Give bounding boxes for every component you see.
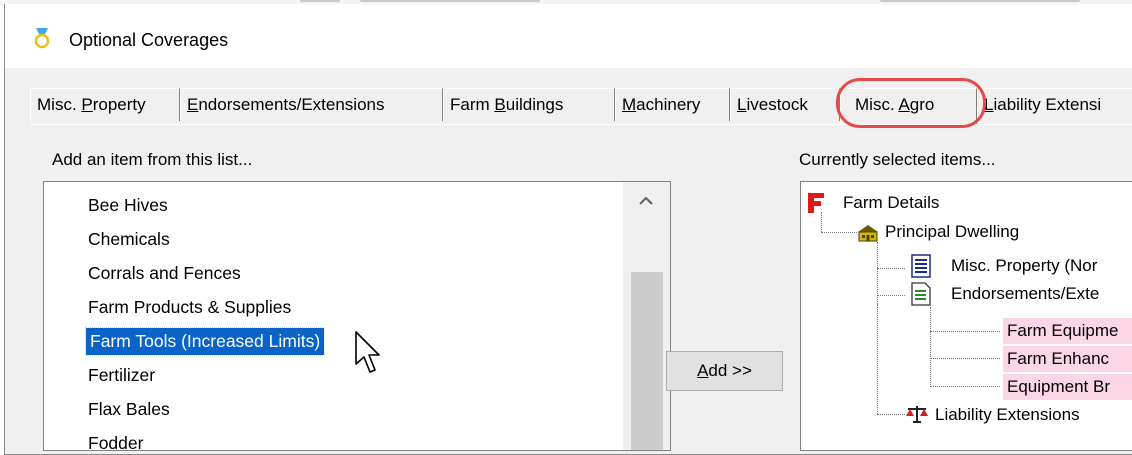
list-scrollbar[interactable] xyxy=(623,182,670,450)
window-title: Optional Coverages xyxy=(69,30,229,50)
list-item[interactable]: Bee Hives xyxy=(88,192,168,219)
chevron-up-icon[interactable] xyxy=(637,194,655,208)
add-button[interactable]: Add >> xyxy=(666,351,783,391)
tree-connector xyxy=(821,212,822,232)
tree-connector xyxy=(930,307,931,387)
house-icon xyxy=(858,225,878,242)
selected-items-tree[interactable]: Farm Details Principal Dwelling Misc. Pr… xyxy=(800,181,1132,451)
available-items-label: Add an item from this list... xyxy=(52,150,253,169)
tab-endorsements-extensions[interactable]: Endorsements/Extensions xyxy=(180,88,443,121)
list-item[interactable]: Fertilizer xyxy=(88,362,155,389)
tree-node-endorsements[interactable]: Endorsements/Exte xyxy=(951,281,1099,307)
tree-connector xyxy=(821,232,857,233)
list-item[interactable]: Chemicals xyxy=(88,226,170,253)
tree-connector xyxy=(930,386,1000,387)
scroll-thumb[interactable] xyxy=(631,272,663,450)
list-item[interactable]: Flax Bales xyxy=(88,396,170,423)
tree-node-farm-equipment[interactable]: Farm Equipme xyxy=(1003,318,1132,344)
endorsement-doc-icon xyxy=(911,282,931,306)
tree-node-principal-dwelling[interactable]: Principal Dwelling xyxy=(885,219,1019,245)
tab-misc-agro[interactable]: Misc. Agro xyxy=(840,88,977,124)
ring-icon xyxy=(34,28,50,49)
coverage-tabs: Misc. Property Endorsements/Extensions F… xyxy=(30,88,1132,124)
tree-node-liability-extensions[interactable]: Liability Extensions xyxy=(935,402,1080,428)
farm-f-icon xyxy=(808,193,824,213)
tab-farm-buildings[interactable]: Farm Buildings xyxy=(443,88,615,121)
scales-icon xyxy=(906,406,928,423)
tree-node-equipment-breakdown[interactable]: Equipment Br xyxy=(1003,374,1132,400)
tree-connector xyxy=(877,295,905,296)
title-bar[interactable]: Optional Coverages xyxy=(5,4,1132,68)
tab-machinery[interactable]: Machinery xyxy=(615,88,730,121)
tree-connector xyxy=(877,304,878,414)
available-items-list[interactable]: Bee Hives Chemicals Corrals and Fences F… xyxy=(43,181,671,451)
tree-connector xyxy=(930,331,1000,332)
list-item[interactable]: Corrals and Fences xyxy=(88,260,241,287)
tree-node-misc-property[interactable]: Misc. Property (Nor xyxy=(951,253,1097,279)
tree-connector xyxy=(877,268,905,269)
tree-node-farm-details[interactable]: Farm Details xyxy=(843,190,939,216)
selected-items-label: Currently selected items... xyxy=(799,150,996,169)
mouse-cursor-icon xyxy=(355,331,380,373)
tree-node-farm-enhancement[interactable]: Farm Enhanc xyxy=(1003,346,1132,372)
document-icon xyxy=(911,254,931,278)
tab-liability-extensions[interactable]: Liability Extensi xyxy=(977,88,1132,121)
tab-baseline xyxy=(30,124,1132,125)
tree-connector xyxy=(877,414,905,415)
tab-livestock[interactable]: Livestock xyxy=(730,88,840,121)
list-item-selected[interactable]: Farm Tools (Increased Limits) xyxy=(84,327,326,356)
list-item[interactable]: Farm Products & Supplies xyxy=(88,294,291,321)
tab-misc-property[interactable]: Misc. Property xyxy=(30,88,180,121)
tree-connector xyxy=(930,358,1000,359)
